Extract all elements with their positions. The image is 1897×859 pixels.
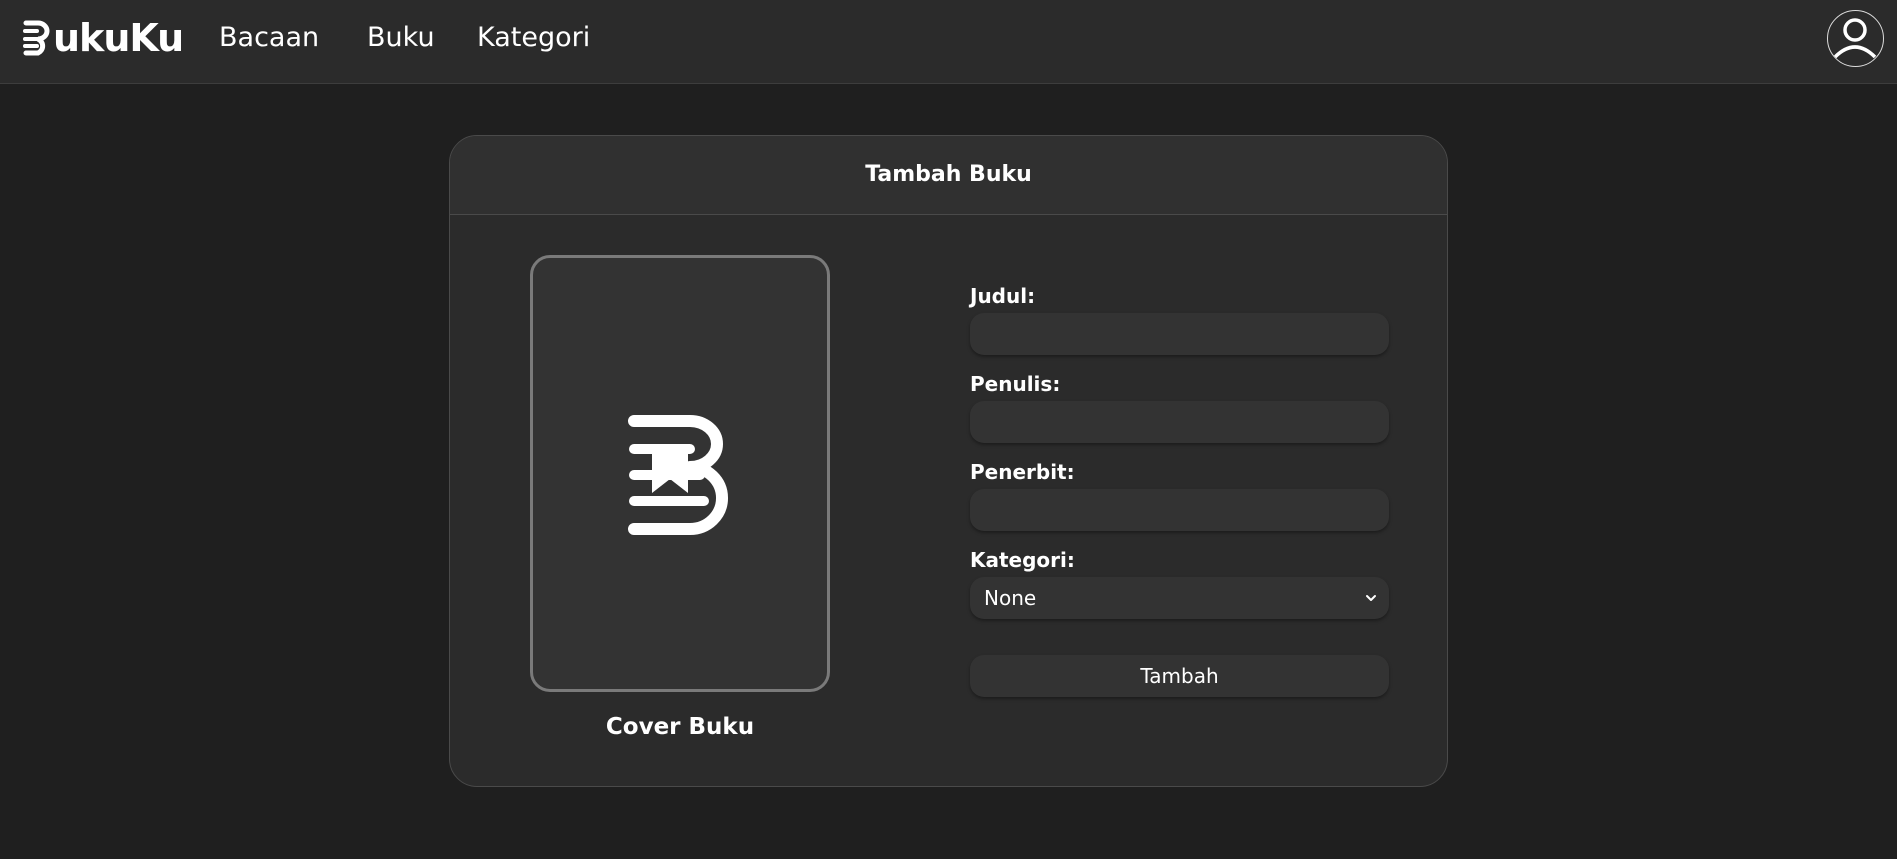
nav-kategori[interactable]: Kategori xyxy=(477,20,590,56)
nav-buku[interactable]: Buku xyxy=(367,20,435,56)
brand-logo[interactable]: ukuKu xyxy=(22,16,184,60)
brand-name: ukuKu xyxy=(53,16,184,60)
top-navbar: ukuKu Bacaan Buku Kategori xyxy=(0,0,1897,84)
card-title: Tambah Buku xyxy=(450,136,1447,215)
bukuku-logo-icon xyxy=(23,20,50,56)
user-avatar-icon xyxy=(1833,18,1877,59)
kategori-selected-value: None xyxy=(984,586,1037,610)
chevron-down-icon xyxy=(1366,595,1376,601)
judul-input[interactable] xyxy=(970,313,1389,355)
kategori-select[interactable]: None xyxy=(970,577,1389,619)
judul-label: Judul: xyxy=(970,284,1036,308)
add-book-card: Tambah Buku Cover Buku Judul: Penulis: P… xyxy=(449,135,1448,787)
bukuku-b-bookmark-icon xyxy=(628,415,729,535)
tambah-button[interactable]: Tambah xyxy=(970,655,1389,697)
kategori-label: Kategori: xyxy=(970,548,1075,572)
user-avatar-button[interactable] xyxy=(1827,10,1884,67)
nav-bacaan[interactable]: Bacaan xyxy=(219,20,319,56)
penulis-input[interactable] xyxy=(970,401,1389,443)
penerbit-label: Penerbit: xyxy=(970,460,1075,484)
penulis-label: Penulis: xyxy=(970,372,1061,396)
cover-label: Cover Buku xyxy=(605,714,755,740)
penerbit-input[interactable] xyxy=(970,489,1389,531)
cover-upload-area[interactable] xyxy=(530,255,830,692)
